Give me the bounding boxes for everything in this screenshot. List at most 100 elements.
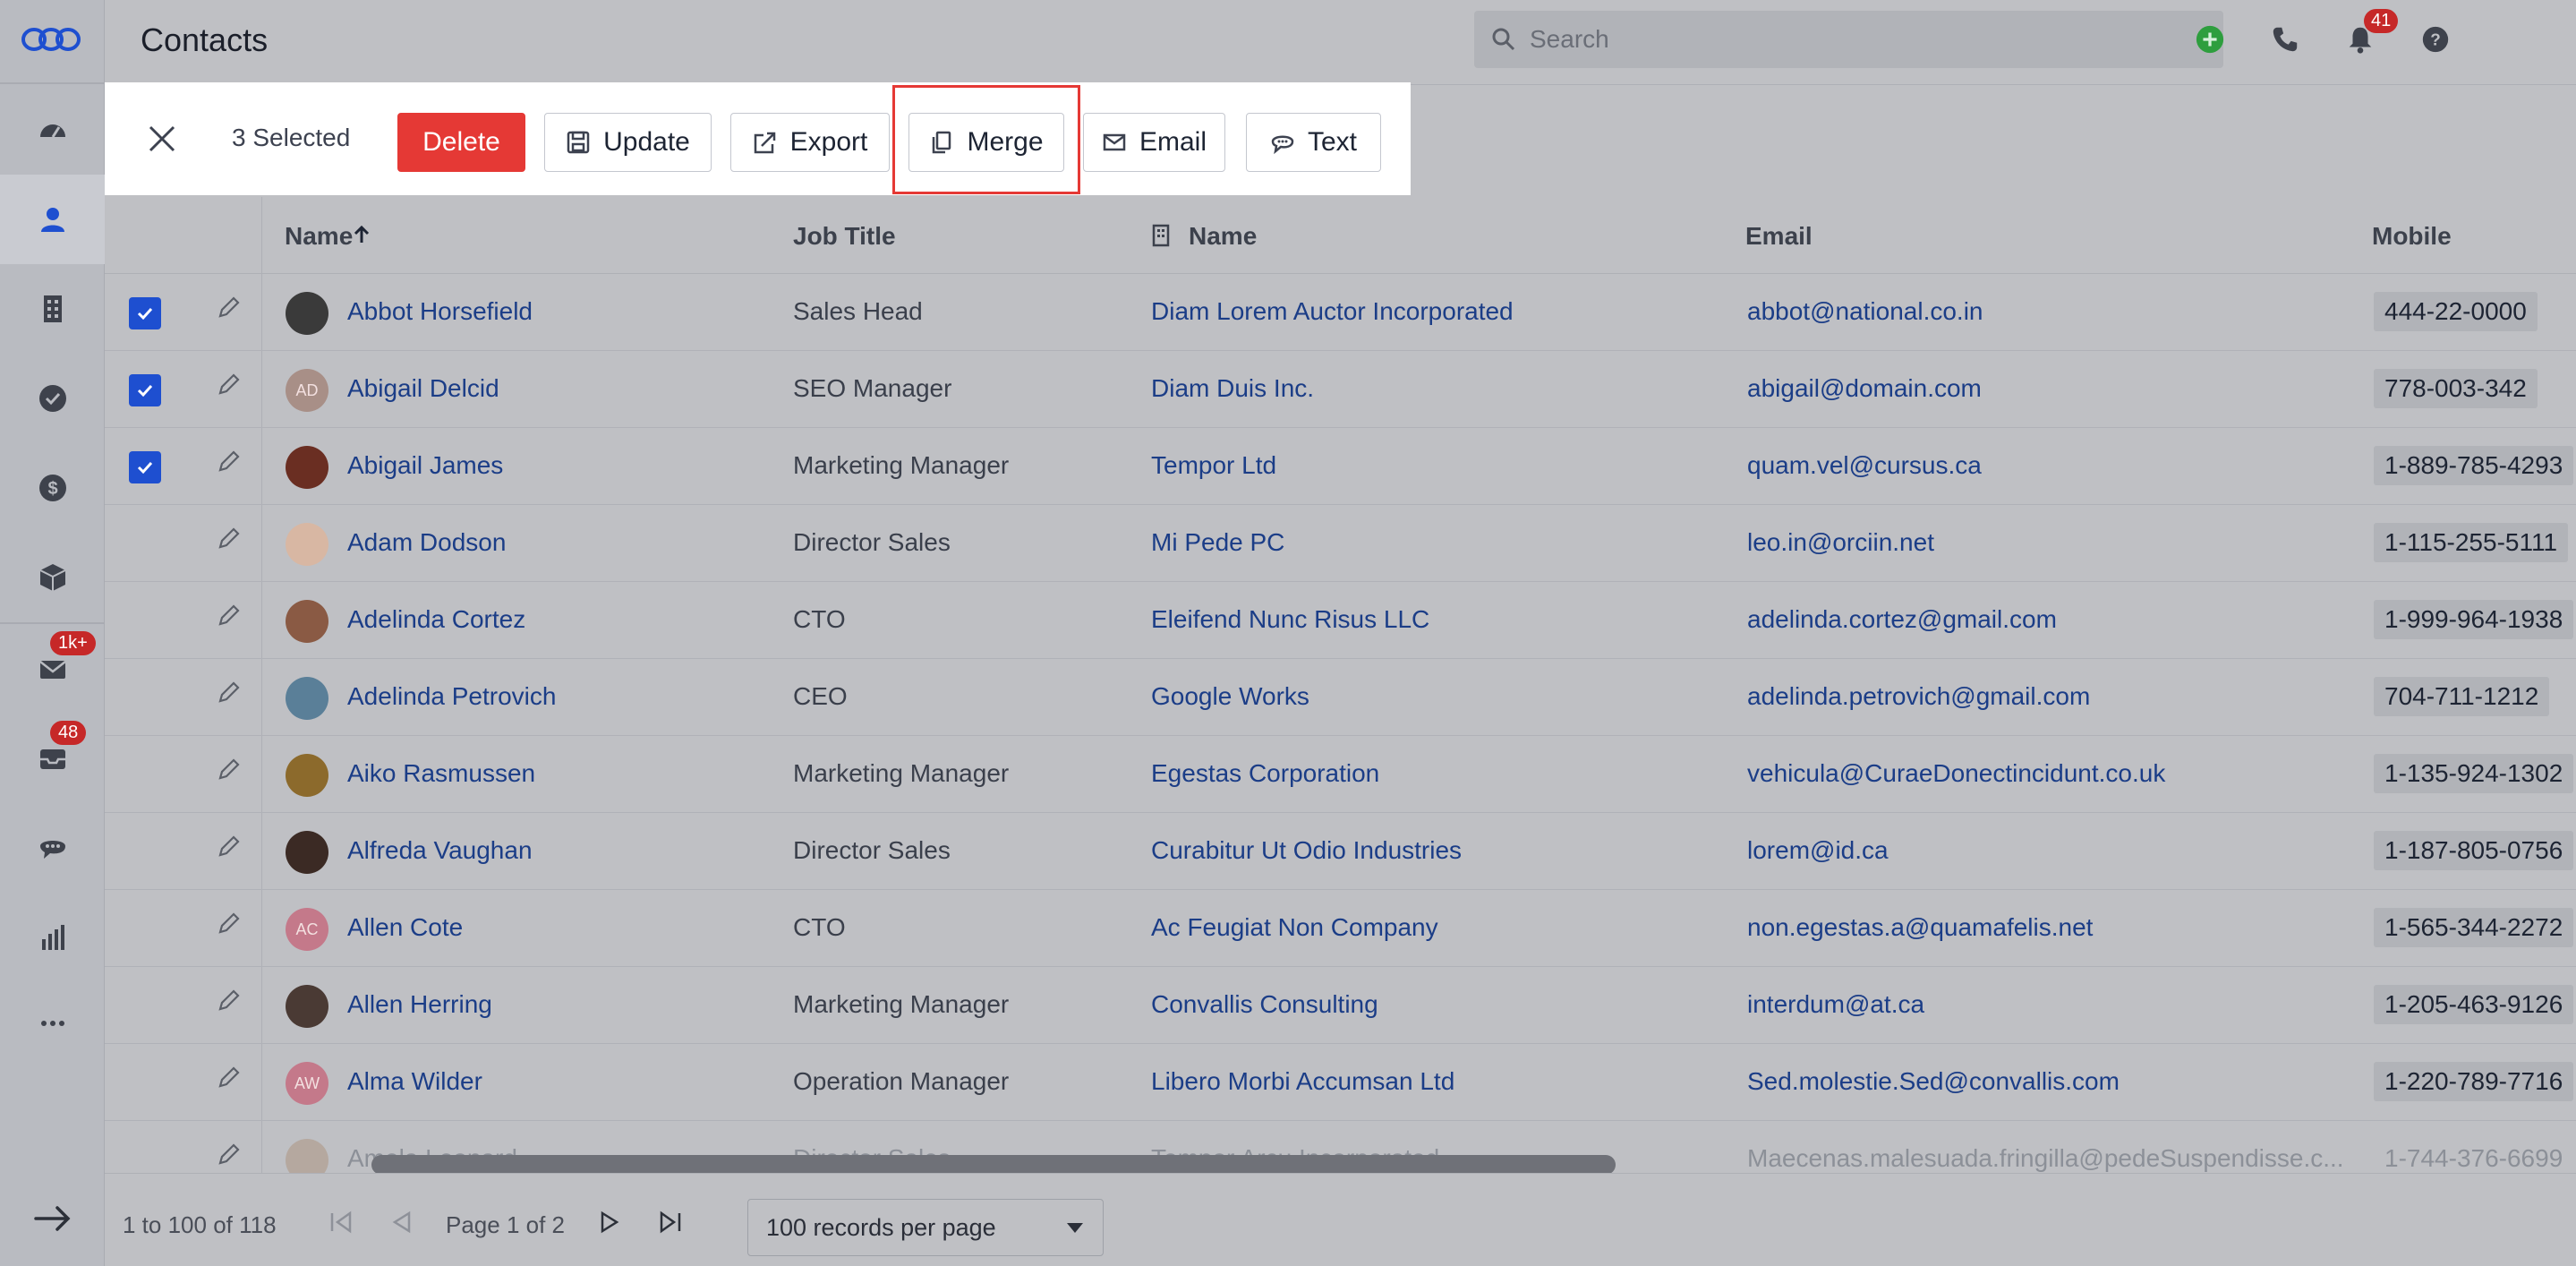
contact-name-link[interactable]: Allen Cote (347, 913, 463, 942)
edit-pencil-icon[interactable] (216, 679, 243, 706)
company-name-link[interactable]: Libero Morbi Accumsan Ltd (1151, 1067, 1454, 1096)
company-name-link[interactable]: Tempor Ltd (1151, 451, 1276, 480)
edit-pencil-icon[interactable] (216, 1064, 243, 1091)
sidebar-item-inbox[interactable]: 48 (0, 714, 105, 803)
email-link[interactable]: abbot@national.co.in (1747, 297, 1983, 326)
edit-pencil-icon[interactable] (216, 756, 243, 783)
company-name-link[interactable]: Diam Duis Inc. (1151, 374, 1314, 403)
mobile-number[interactable]: 1-115-255-5111 (2374, 523, 2569, 562)
contact-name-link[interactable]: Alfreda Vaughan (347, 836, 533, 865)
edit-pencil-icon[interactable] (216, 525, 243, 552)
company-name-link[interactable]: Eleifend Nunc Risus LLC (1151, 605, 1429, 634)
table-row[interactable]: Aiko Rasmussen Marketing Manager Egestas C… (105, 736, 2576, 813)
column-header-job-title[interactable]: Job Title (793, 222, 896, 251)
sidebar-item-more[interactable] (0, 979, 105, 1068)
contact-name-link[interactable]: Adam Dodson (347, 528, 506, 557)
contact-name-link[interactable]: Aiko Rasmussen (347, 759, 535, 788)
mobile-number[interactable]: 1-565-344-2272 (2374, 908, 2574, 947)
column-header-name[interactable]: Name (285, 222, 371, 251)
email-link[interactable]: abigail@domain.com (1747, 374, 1982, 403)
column-header-company-name[interactable]: Name (1151, 222, 1257, 251)
edit-pencil-icon[interactable] (216, 1141, 243, 1168)
company-name-link[interactable]: Curabitur Ut Odio Industries (1151, 836, 1462, 865)
mobile-number[interactable]: 1-187-805-0756 (2374, 831, 2574, 870)
edit-pencil-icon[interactable] (216, 987, 243, 1014)
sidebar-item-mail[interactable]: 1k+ (0, 624, 105, 714)
edit-pencil-icon[interactable] (216, 833, 243, 860)
company-name-link[interactable]: Google Works (1151, 682, 1309, 711)
table-row[interactable]: Allen Herring Marketing Manager Convallis … (105, 967, 2576, 1044)
horizontal-scrollbar[interactable] (371, 1155, 1616, 1175)
sidebar-item-deals[interactable]: $ (0, 443, 105, 533)
table-row[interactable]: Adam Dodson Director Sales Mi Pede PC leo.i… (105, 505, 2576, 582)
email-button[interactable]: Email (1083, 113, 1225, 172)
next-page-icon[interactable] (595, 1208, 624, 1236)
email-link[interactable]: leo.in@orciin.net (1747, 528, 1934, 557)
mobile-number[interactable]: 444-22-0000 (2374, 292, 2538, 331)
column-header-email[interactable]: Email (1745, 222, 1813, 251)
row-checkbox[interactable] (129, 297, 161, 329)
sidebar-item-contacts[interactable] (0, 175, 105, 264)
company-name-link[interactable]: Diam Lorem Auctor Incorporated (1151, 297, 1514, 326)
edit-pencil-icon[interactable] (216, 371, 243, 398)
mobile-number[interactable]: 1-889-785-4293 (2374, 446, 2574, 485)
email-link[interactable]: Maecenas.malesuada.fringilla@pedeSuspend… (1747, 1144, 2344, 1173)
sidebar-item-tasks[interactable] (0, 354, 105, 443)
row-checkbox[interactable] (129, 374, 161, 406)
email-link[interactable]: quam.vel@cursus.ca (1747, 451, 1982, 480)
contact-name-link[interactable]: Adelinda Cortez (347, 605, 525, 634)
mobile-number[interactable]: 1-999-964-1938 (2374, 600, 2574, 639)
contact-name-link[interactable]: Alma Wilder (347, 1067, 482, 1096)
contact-name-link[interactable]: Abigail Delcid (347, 374, 499, 403)
email-link[interactable]: adelinda.petrovich@gmail.com (1747, 682, 2090, 711)
sidebar-item-accounts[interactable] (0, 264, 105, 354)
contact-name-link[interactable]: Abbot Horsefield (347, 297, 533, 326)
mobile-number[interactable]: 704-711-1212 (2374, 677, 2550, 716)
update-button[interactable]: Update (544, 113, 712, 172)
table-row[interactable]: Adelinda Cortez CTO Eleifend Nunc Risus LL… (105, 582, 2576, 659)
add-button[interactable] (2190, 20, 2230, 59)
email-link[interactable]: non.egestas.a@quamafelis.net (1747, 913, 2093, 942)
company-name-link[interactable]: Egestas Corporation (1151, 759, 1379, 788)
expand-sidebar-icon[interactable] (32, 1198, 73, 1239)
company-name-link[interactable]: Mi Pede PC (1151, 528, 1284, 557)
contact-name-link[interactable]: Abigail James (347, 451, 503, 480)
close-icon[interactable] (146, 123, 178, 155)
previous-page-icon[interactable] (388, 1208, 416, 1236)
first-page-icon[interactable] (327, 1208, 355, 1236)
row-checkbox[interactable] (129, 451, 161, 483)
company-name-link[interactable]: Ac Feugiat Non Company (1151, 913, 1438, 942)
table-row[interactable]: Adelinda Petrovich CEO Google Works adelind… (105, 659, 2576, 736)
email-link[interactable]: adelinda.cortez@gmail.com (1747, 605, 2057, 634)
email-link[interactable]: lorem@id.ca (1747, 836, 1889, 865)
phone-button[interactable] (2265, 20, 2305, 59)
mobile-number[interactable]: 1-135-924-1302 (2374, 754, 2574, 793)
app-logo[interactable] (20, 21, 82, 57)
search-box[interactable] (1474, 11, 2223, 68)
sidebar-item-products[interactable] (0, 533, 105, 622)
sidebar-item-dashboard[interactable] (0, 85, 105, 175)
delete-button[interactable]: Delete (397, 113, 525, 172)
search-input[interactable] (1530, 25, 2174, 54)
mobile-number[interactable]: 1-205-463-9126 (2374, 985, 2574, 1024)
email-link[interactable]: interdum@at.ca (1747, 990, 1924, 1019)
last-page-icon[interactable] (656, 1208, 685, 1236)
sidebar-item-chat[interactable] (0, 803, 105, 893)
records-per-page-select[interactable]: 100 records per page (747, 1199, 1104, 1256)
contact-name-link[interactable]: Adelinda Petrovich (347, 682, 556, 711)
email-link[interactable]: vehicula@CuraeDonectincidunt.co.uk (1747, 759, 2165, 788)
email-link[interactable]: Sed.molestie.Sed@convallis.com (1747, 1067, 2120, 1096)
table-row[interactable]: Abbot Horsefield Sales Head Diam Lorem Auc… (105, 274, 2576, 351)
text-button[interactable]: Text (1246, 113, 1381, 172)
table-row[interactable]: Abigail James Marketing Manager Tempor Ltd… (105, 428, 2576, 505)
edit-pencil-icon[interactable] (216, 294, 243, 321)
mobile-number[interactable]: 778-003-342 (2374, 369, 2538, 408)
column-header-mobile[interactable]: Mobile (2372, 222, 2452, 251)
table-row[interactable]: AD Abigail Delcid SEO Manager Diam Duis Inc… (105, 351, 2576, 428)
table-row[interactable]: AC Allen Cote CTO Ac Feugiat Non Company non… (105, 890, 2576, 967)
edit-pencil-icon[interactable] (216, 448, 243, 475)
contact-name-link[interactable]: Allen Herring (347, 990, 492, 1019)
export-button[interactable]: Export (730, 113, 890, 172)
edit-pencil-icon[interactable] (216, 910, 243, 937)
mobile-number[interactable]: 1-220-789-7716 (2374, 1062, 2574, 1101)
